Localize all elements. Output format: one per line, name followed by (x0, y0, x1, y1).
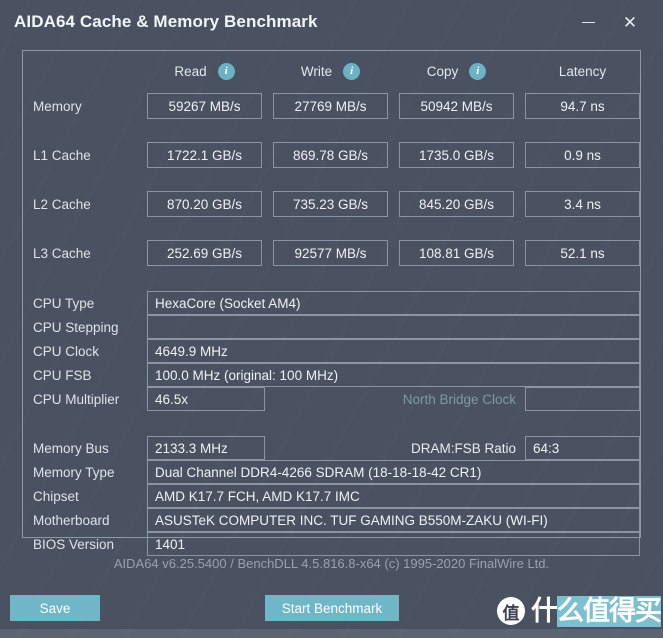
column-header-read: Read i (147, 59, 262, 83)
watermark-logo: 值 什么值得买 (497, 592, 662, 630)
cpu-fsb-row: CPU FSB 100.0 MHz (original: 100 MHz) (23, 363, 640, 387)
close-icon: ✕ (622, 12, 638, 32)
cpu-fsb-label: CPU FSB (33, 367, 92, 383)
column-header-write: Write i (273, 59, 388, 83)
benchmark-panel: Read i Write i Copy i Latency Memory 592… (22, 50, 641, 556)
l1-read-value: 1722.1 GB/s (147, 142, 262, 168)
memory-bus-row: Memory Bus 2133.3 MHz DRAM:FSB Ratio 64:… (23, 436, 640, 460)
row-label-l3-cache: L3 Cache (33, 245, 91, 261)
cpu-clock-value: 4649.9 MHz (147, 339, 640, 363)
motherboard-label: Motherboard (33, 512, 110, 528)
watermark-text-plain: 什 (531, 595, 558, 627)
row-label-memory: Memory (33, 98, 82, 114)
close-button[interactable]: ✕ (609, 5, 651, 39)
cpu-multiplier-row: CPU Multiplier 46.5x North Bridge Clock (23, 387, 640, 411)
column-header-read-label: Read (174, 63, 207, 79)
cpu-multiplier-value: 46.5x (147, 387, 265, 411)
cpu-stepping-row: CPU Stepping (23, 315, 640, 339)
bios-version-label: BIOS Version (33, 536, 115, 552)
column-header-latency-label: Latency (558, 63, 607, 79)
minimize-button[interactable] (567, 5, 609, 39)
memory-type-label: Memory Type (33, 464, 115, 480)
column-header-latency: Latency (525, 59, 640, 83)
l3-copy-value: 108.81 GB/s (399, 240, 514, 266)
motherboard-value: ASUSTeK COMPUTER INC. TUF GAMING B550M-Z… (147, 508, 640, 532)
memory-latency-value: 94.7 ns (525, 93, 640, 119)
column-header-copy-label: Copy (426, 63, 459, 79)
watermark-text: 什么值得买 (531, 595, 662, 627)
table-row: L1 Cache 1722.1 GB/s 869.78 GB/s 1735.0 … (23, 142, 640, 168)
memory-bus-value: 2133.3 MHz (147, 436, 265, 460)
memory-write-value: 27769 MB/s (273, 93, 388, 119)
write-info-icon[interactable]: i (343, 62, 361, 80)
status-bar (0, 629, 663, 638)
memory-read-value: 59267 MB/s (147, 93, 262, 119)
l2-copy-value: 845.20 GB/s (399, 191, 514, 217)
table-row: L2 Cache 870.20 GB/s 735.23 GB/s 845.20 … (23, 191, 640, 217)
benchmark-column-headers: Read i Write i Copy i Latency (23, 59, 640, 85)
watermark-badge-icon: 值 (497, 597, 525, 625)
minimize-icon (581, 21, 595, 23)
l1-copy-value: 1735.0 GB/s (399, 142, 514, 168)
l3-latency-value: 52.1 ns (525, 240, 640, 266)
l1-latency-value: 0.9 ns (525, 142, 640, 168)
chipset-row: Chipset AMD K17.7 FCH, AMD K17.7 IMC (23, 484, 640, 508)
dram-fsb-ratio-value: 64:3 (525, 436, 640, 460)
column-header-write-label: Write (300, 63, 333, 79)
l3-write-value: 92577 MB/s (273, 240, 388, 266)
cpu-fsb-value: 100.0 MHz (original: 100 MHz) (147, 363, 640, 387)
l2-read-value: 870.20 GB/s (147, 191, 262, 217)
dram-fsb-ratio-label: DRAM:FSB Ratio (410, 440, 516, 456)
cpu-type-label: CPU Type (33, 295, 95, 311)
l1-write-value: 869.78 GB/s (273, 142, 388, 168)
row-label-l1-cache: L1 Cache (33, 147, 91, 163)
chipset-label: Chipset (33, 488, 79, 504)
memory-bus-label: Memory Bus (33, 440, 109, 456)
l2-write-value: 735.23 GB/s (273, 191, 388, 217)
north-bridge-clock-value (525, 387, 640, 411)
copy-info-icon[interactable]: i (469, 62, 487, 80)
cpu-clock-label: CPU Clock (33, 343, 100, 359)
memory-type-value: Dual Channel DDR4-4266 SDRAM (18-18-18-4… (147, 460, 640, 484)
l2-latency-value: 3.4 ns (525, 191, 640, 217)
memory-type-row: Memory Type Dual Channel DDR4-4266 SDRAM… (23, 460, 640, 484)
column-header-copy: Copy i (399, 59, 514, 83)
window-title: AIDA64 Cache & Memory Benchmark (14, 12, 318, 31)
watermark-text-highlight: 么值得买 (557, 595, 662, 627)
cpu-multiplier-label: CPU Multiplier (33, 391, 120, 407)
start-benchmark-button[interactable]: Start Benchmark (265, 595, 399, 621)
chipset-value: AMD K17.7 FCH, AMD K17.7 IMC (147, 484, 640, 508)
cpu-stepping-value (147, 315, 640, 339)
motherboard-row: Motherboard ASUSTeK COMPUTER INC. TUF GA… (23, 508, 640, 532)
memory-copy-value: 50942 MB/s (399, 93, 514, 119)
row-label-l2-cache: L2 Cache (33, 196, 91, 212)
save-button[interactable]: Save (10, 595, 100, 621)
window-titlebar: AIDA64 Cache & Memory Benchmark ✕ (0, 0, 663, 44)
credit-line: AIDA64 v6.25.5400 / BenchDLL 4.5.816.8-x… (113, 556, 550, 571)
north-bridge-clock-label: North Bridge Clock (402, 391, 516, 407)
cpu-type-row: CPU Type HexaCore (Socket AM4) (23, 291, 640, 315)
table-row: Memory 59267 MB/s 27769 MB/s 50942 MB/s … (23, 93, 640, 119)
bios-version-row: BIOS Version 1401 (23, 532, 640, 556)
read-info-icon[interactable]: i (217, 62, 235, 80)
cpu-stepping-label: CPU Stepping (33, 319, 119, 335)
table-row: L3 Cache 252.69 GB/s 92577 MB/s 108.81 G… (23, 240, 640, 266)
bios-version-value: 1401 (147, 532, 640, 556)
cpu-type-value: HexaCore (Socket AM4) (147, 291, 640, 315)
l3-read-value: 252.69 GB/s (147, 240, 262, 266)
cpu-clock-row: CPU Clock 4649.9 MHz (23, 339, 640, 363)
